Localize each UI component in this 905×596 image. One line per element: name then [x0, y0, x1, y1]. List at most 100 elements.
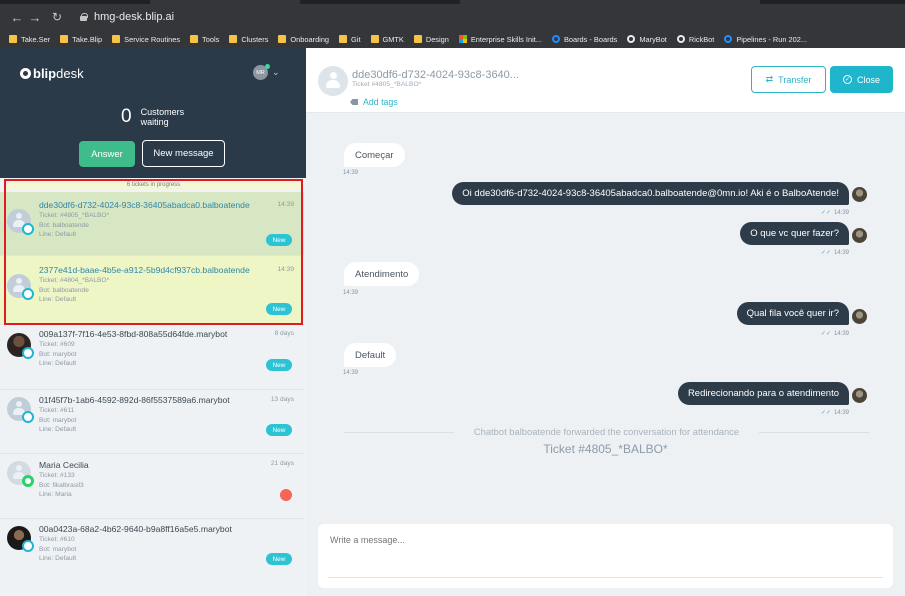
close-label: Close	[856, 74, 880, 85]
bookmark-item[interactable]: Service Routines	[112, 35, 180, 44]
ticket-item[interactable]: Maria Cecilia 21 days Ticket: #133 Bot: …	[0, 454, 304, 519]
message-time: ✓✓ 14:39	[821, 209, 849, 216]
ticket-reference: Ticket #4805_*BALBO*	[543, 442, 668, 456]
blip-channel-icon	[22, 288, 34, 300]
folder-icon	[370, 35, 379, 43]
github-icon	[627, 35, 636, 43]
bookmark-item[interactable]: Take.Ser	[9, 35, 50, 44]
ticket-title: 00a0423a-68a2-4b62-9640-b9a8ff16a5e5.mar…	[39, 524, 232, 534]
bookmark-item[interactable]: Enterprise Skills Init...	[458, 35, 542, 44]
chevron-down-icon: ⌄	[272, 67, 280, 77]
ticket-item[interactable]: 009a137f-7f16-4e53-8fbd-808a55d64fde.mar…	[0, 325, 304, 390]
ticket-line: Line: Default	[39, 555, 77, 563]
folder-icon	[339, 35, 348, 43]
bookmark-item[interactable]: Boards - Boards	[551, 35, 617, 44]
bookmark-item[interactable]: Tools	[190, 35, 219, 44]
message-input[interactable]	[318, 524, 893, 576]
ticket-number: Ticket #4805_*BALBO*	[352, 81, 422, 88]
message-composer	[318, 524, 893, 588]
forward-arrow-icon[interactable]: →	[26, 10, 44, 25]
ticket-title: 2377e41d-baae-4b5e-a912-5b9d4cf937cb.bal…	[39, 265, 250, 275]
answer-button[interactable]: Answer	[79, 141, 135, 167]
message-out: Qual fila você quer ir?	[736, 302, 849, 325]
bot-avatar	[852, 309, 867, 324]
contact-avatar	[7, 333, 34, 359]
bookmark-label: GMTK	[382, 34, 404, 44]
blip-channel-icon	[22, 411, 34, 423]
transfer-button[interactable]: ⇄ Transfer	[751, 66, 826, 93]
message-time: 14:39	[343, 170, 359, 176]
ticket-line: Line: Default	[39, 360, 77, 368]
customers-waiting: 0 Customers waiting	[121, 106, 191, 128]
contact-avatar	[7, 397, 34, 423]
bookmark-item[interactable]: Design	[413, 35, 449, 44]
transfer-arrows-icon: ⇄	[765, 74, 774, 84]
ticket-time: 21 days	[270, 460, 294, 467]
ticket-meta: Ticket: #610 Bot: marybot Line: Default	[39, 535, 76, 564]
bookmarks-bar: Take.Ser Take.Blip Service Routines Tools Cl…	[0, 30, 905, 48]
bookmark-item[interactable]: Git	[339, 35, 361, 44]
ticket-item[interactable]: 00a0423a-68a2-4b62-9640-b9a8ff16a5e5.mar…	[0, 519, 304, 596]
user-initials: MR	[256, 69, 265, 76]
message-out: O que vc quer fazer?	[740, 222, 849, 245]
bot-avatar	[852, 187, 867, 202]
blip-channel-icon	[22, 347, 34, 359]
bookmark-item[interactable]: Clusters	[229, 35, 268, 44]
bookmark-item[interactable]: RickBot	[676, 35, 714, 44]
blip-desk-logo: blip desk	[20, 66, 84, 81]
ticket-meta: Ticket: #4804_*BALBO* Bot: balboatende L…	[39, 276, 109, 305]
bot-avatar	[852, 228, 867, 243]
ticket-item[interactable]: 01f45f7b-1ab6-4592-892d-86f5537589a6.mar…	[0, 390, 304, 454]
ticket-bot: Bot: marybot	[39, 350, 77, 358]
ticket-bot: Bot: marybot	[39, 545, 77, 553]
ticket-bot: Bot: balboatende	[39, 286, 89, 294]
folder-icon	[60, 35, 69, 43]
message-time: 14:39	[343, 290, 359, 296]
bookmark-label: Onboarding	[290, 34, 330, 44]
ticket-meta: Ticket: #611 Bot: marybot Line: Default	[39, 406, 76, 435]
close-button[interactable]: ✓ Close	[830, 66, 893, 93]
contact-avatar	[7, 209, 34, 235]
read-check-icon: ✓✓	[820, 210, 831, 216]
ticket-bot: Bot: fikalbrasil3	[39, 481, 84, 489]
new-message-button[interactable]: New message	[142, 140, 225, 167]
bookmark-item[interactable]: Pipelines - Run 202...	[724, 35, 807, 44]
url-field[interactable]: hmg-desk.blip.ai	[80, 11, 174, 23]
unread-dot	[280, 489, 292, 501]
bookmark-item[interactable]: MaryBot	[627, 35, 667, 44]
bookmark-item[interactable]: GMTK	[370, 34, 404, 44]
back-arrow-icon[interactable]: ←	[8, 10, 26, 25]
ticket-number: Ticket: #4804_*BALBO*	[39, 277, 110, 284]
add-tags-link[interactable]: Add tags	[350, 97, 398, 107]
person-icon	[326, 72, 340, 90]
conversation-panel: dde30df6-d732-4024-93c8-3640... Ticket #…	[306, 48, 905, 596]
azure-boards-icon	[724, 35, 733, 43]
ticket-title: 009a137f-7f16-4e53-8fbd-808a55d64fde.mar…	[39, 329, 228, 339]
bookmark-item[interactable]: Take.Blip	[60, 35, 102, 44]
whatsapp-icon	[22, 475, 34, 487]
reload-icon[interactable]: ↻	[48, 10, 66, 24]
contact-avatar	[7, 461, 34, 487]
message-time: ✓✓ 14:39	[821, 330, 849, 337]
message-time-text: 14:39	[833, 331, 849, 337]
ticket-item[interactable]: dde30df6-d732-4024-93c8-36405abadca0.bal…	[0, 192, 304, 256]
message-in: Default	[344, 343, 397, 367]
azure-boards-icon	[551, 35, 560, 43]
check-circle-icon: ✓	[842, 75, 852, 84]
contact-avatar	[318, 66, 348, 96]
bookmark-label: Pipelines - Run 202...	[736, 34, 808, 44]
bookmark-label: Service Routines	[124, 34, 181, 44]
bookmark-item[interactable]: Onboarding	[278, 35, 329, 44]
new-badge: New	[266, 359, 292, 371]
message-time-text: 14:39	[833, 210, 849, 216]
user-menu[interactable]: MR ⌄	[253, 64, 280, 80]
ticket-item[interactable]: 2377e41d-baae-4b5e-a912-5b9d4cf937cb.bal…	[0, 256, 304, 325]
forwarded-notice: Chatbot balboatende forwarded the conver…	[344, 426, 869, 437]
message-out: Redirecionando para o atendimento	[677, 382, 849, 405]
folder-icon	[190, 35, 199, 43]
transfer-label: Transfer	[778, 74, 812, 85]
logo-bold: blip	[33, 66, 57, 81]
folder-icon	[112, 35, 121, 43]
bookmark-label: Take.Ser	[21, 34, 51, 44]
ticket-bot: Bot: balboatende	[39, 221, 89, 229]
